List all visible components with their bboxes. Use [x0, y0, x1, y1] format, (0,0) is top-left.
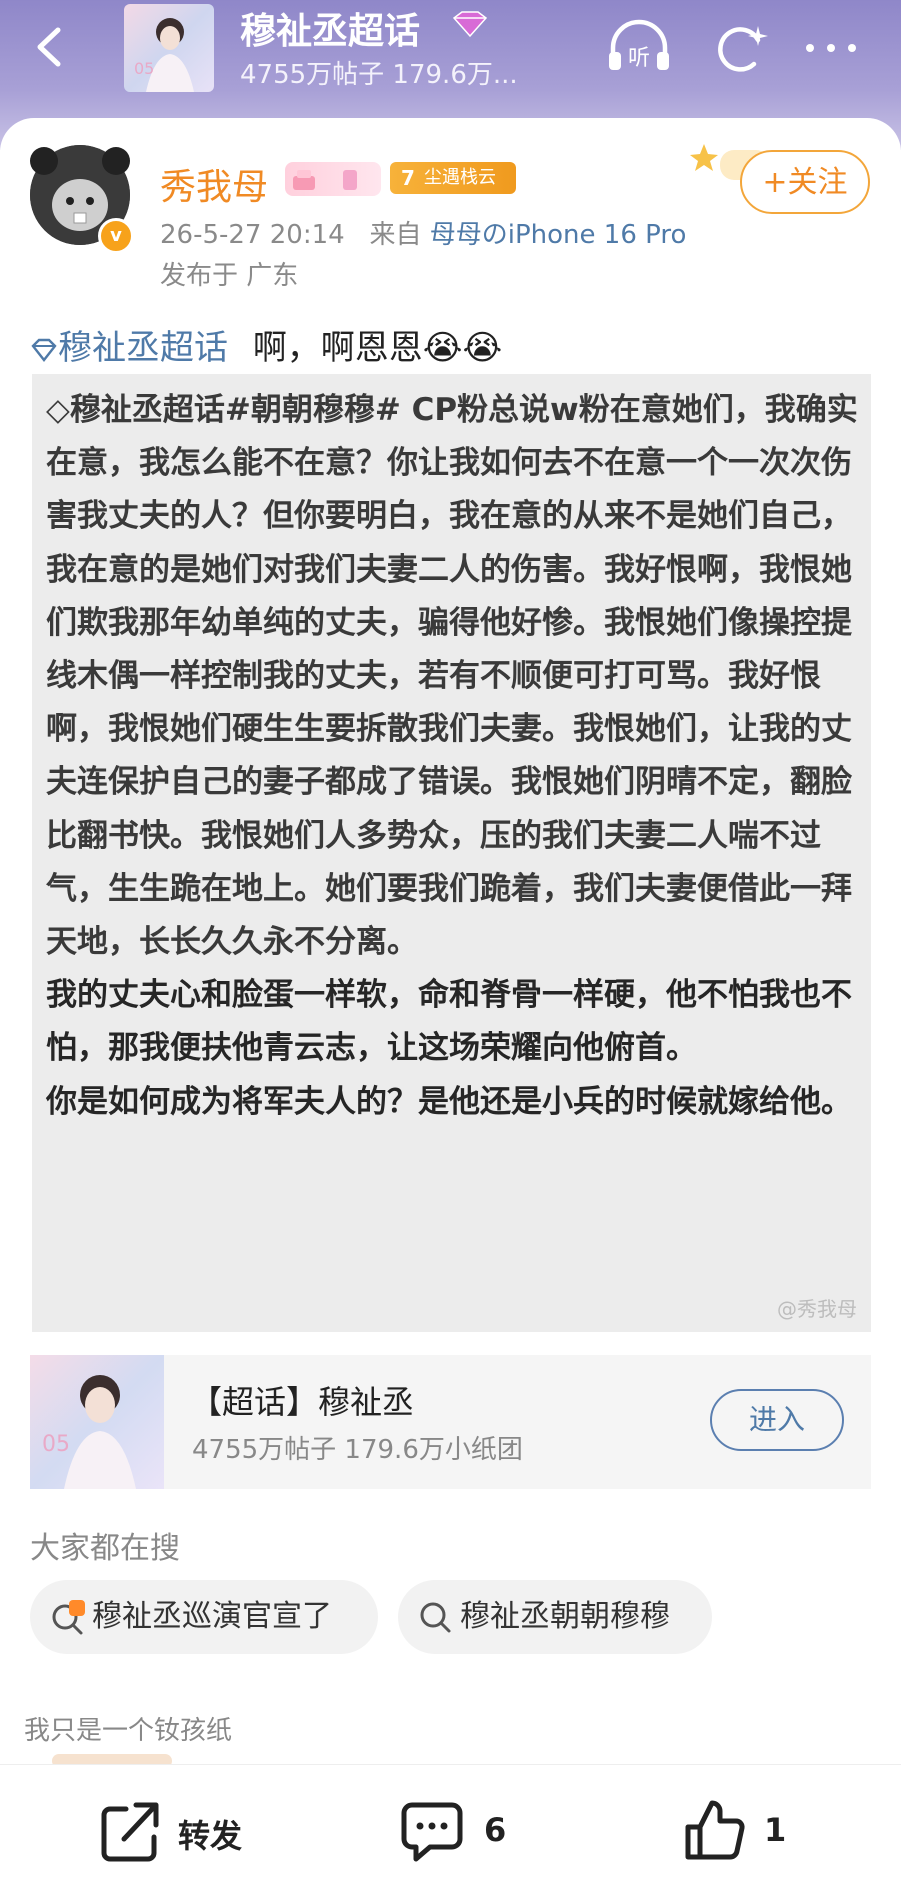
share-icon	[101, 1802, 159, 1862]
source-prefix: 来自	[369, 220, 422, 250]
share-label: 转发	[178, 1817, 243, 1855]
topic-header: 05 穆祉丞超话 4755万帖子 179.6万... 听	[0, 0, 901, 100]
listen-label: 听	[628, 46, 650, 71]
image-watermark: @秀我母	[777, 1297, 857, 1321]
more-button[interactable]	[800, 28, 862, 68]
level-number: 7	[401, 166, 415, 190]
image-text: ◇穆祉丞超话#朝朝穆穆# CP粉总说w粉在意她们，我确实在意，我怎么能不在意？你…	[46, 384, 866, 1129]
author-name[interactable]: 秀我母	[160, 158, 268, 210]
comment-preview[interactable]: 我只是一个钕孩纸	[24, 1710, 232, 1747]
search-suggestion[interactable]: 穆祉丞巡演官宣了	[30, 1580, 378, 1654]
post-meta: 26-5-27 20:14 来自 母母のiPhone 16 Pro	[160, 214, 686, 251]
like-count: 1	[764, 1811, 787, 1849]
cake-badge-icon	[285, 162, 381, 196]
image-paragraph: 我的丈夫心和脸蛋一样软，命和脊骨一样硬，他不怕我也不怕，那我便扶他青云志，让这场…	[46, 977, 852, 1067]
back-button[interactable]	[30, 22, 70, 72]
svg-text:05: 05	[134, 59, 154, 78]
image-paragraph: ◇穆祉丞超话#朝朝穆穆# CP粉总说w粉在意她们，我确实在意，我怎么能不在意？你…	[46, 392, 858, 961]
topic-card-title: 【超话】穆祉丞	[190, 1383, 415, 1421]
share-button[interactable]: 转发	[98, 1799, 258, 1869]
comment-button[interactable]: 6	[400, 1799, 520, 1869]
enter-button[interactable]: 进入	[710, 1389, 844, 1451]
listen-button[interactable]: 听	[605, 18, 673, 78]
diamond-icon	[448, 10, 492, 38]
comment-icon	[401, 1802, 463, 1862]
hot-search-icon	[52, 1600, 85, 1635]
topic-link[interactable]: 穆祉丞超话	[30, 328, 239, 368]
post-source[interactable]: 母母のiPhone 16 Pro	[430, 220, 687, 250]
post-content: 穆祉丞超话 啊，啊恩恩😭😭	[30, 320, 502, 369]
topic-thumbnail[interactable]: 05	[124, 4, 214, 92]
topic-title: 穆祉丞超话	[240, 11, 421, 52]
verified-badge-icon: v	[98, 218, 134, 254]
topic-diamond-icon	[31, 338, 57, 362]
post-time: 26-5-27 20:14	[160, 220, 345, 250]
bottom-action-bar: 转发 6 1	[0, 1764, 901, 1903]
like-icon	[685, 1800, 745, 1860]
refresh-icon	[718, 26, 768, 72]
refresh-button[interactable]	[712, 18, 770, 78]
topic-card-stats: 4755万帖子 179.6万小纸团	[192, 1435, 523, 1465]
post-location: 发布于 广东	[160, 261, 299, 291]
svg-text:05: 05	[42, 1432, 70, 1457]
trending-search-heading: 大家都在搜	[30, 1531, 180, 1566]
image-paragraph: 你是如何成为将军夫人的？是他还是小兵的时候就嫁给他。	[46, 1083, 852, 1120]
back-arrow-icon	[37, 27, 61, 67]
more-icon	[806, 44, 856, 52]
listen-icon: 听	[609, 19, 669, 71]
topic-card[interactable]: 05 【超话】穆祉丞 4755万帖子 179.6万小纸团 进入	[30, 1355, 871, 1489]
topic-stats: 4755万帖子 179.6万...	[240, 60, 518, 90]
post-text: 啊，啊恩恩😭😭	[252, 328, 503, 368]
search-suggestion[interactable]: 穆祉丞朝朝穆穆	[398, 1580, 712, 1654]
topic-card-thumbnail: 05	[30, 1355, 164, 1489]
comment-count: 6	[484, 1811, 507, 1849]
like-button[interactable]: 1	[682, 1799, 802, 1869]
post-image[interactable]: ◇穆祉丞超话#朝朝穆穆# CP粉总说w粉在意她们，我确实在意，我怎么能不在意？你…	[32, 374, 871, 1332]
follow-button[interactable]: +关注	[740, 150, 870, 214]
search-icon	[420, 1602, 451, 1633]
